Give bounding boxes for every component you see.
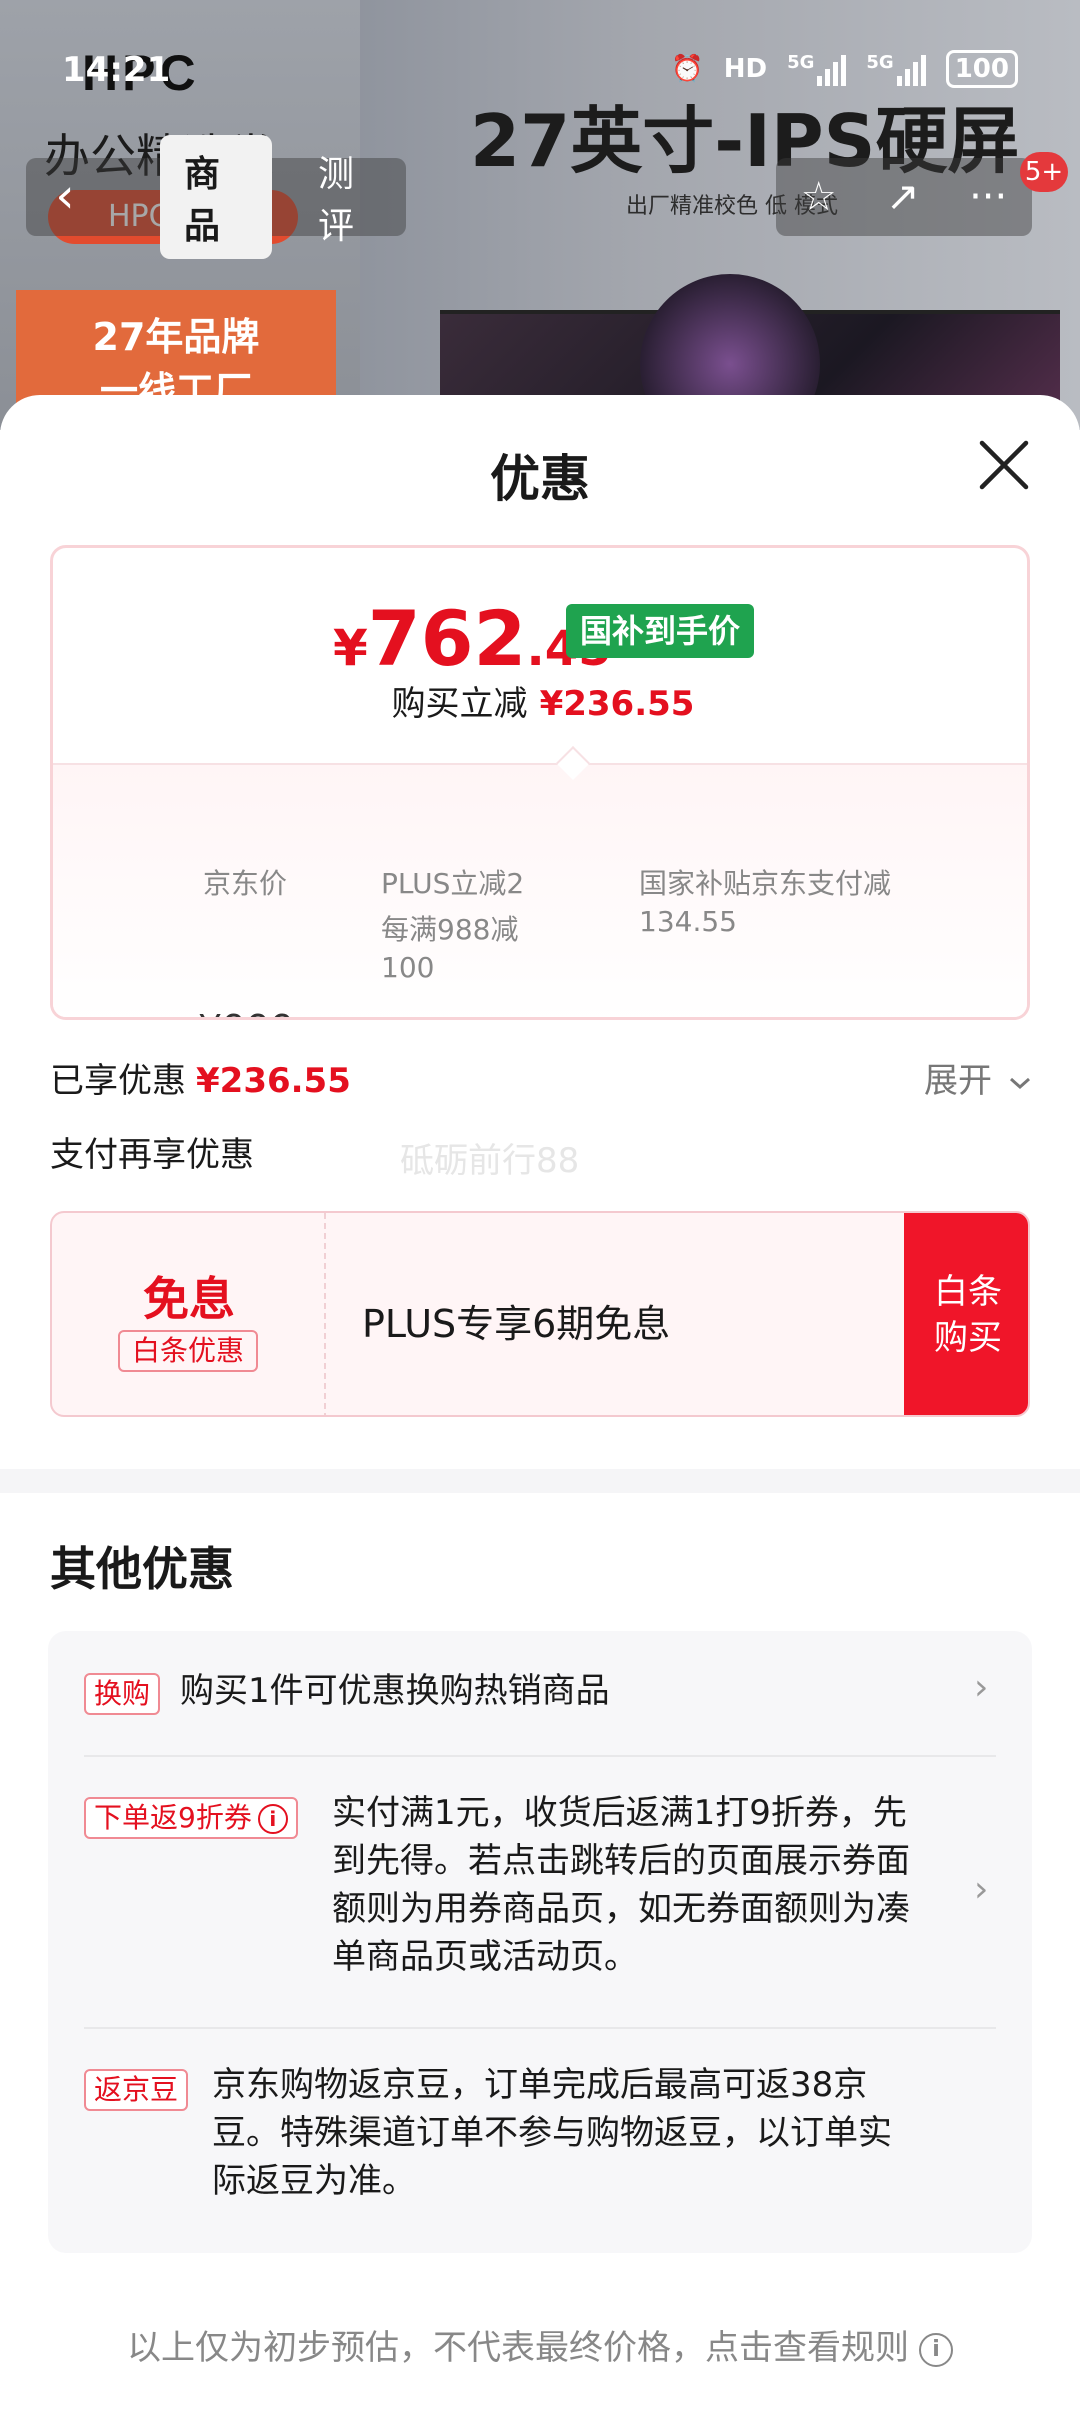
baitiao-left: 免息 白条优惠 — [52, 1213, 326, 1415]
enjoyed-amount: ¥236.55 — [196, 1061, 351, 1101]
net-label-1: 5G — [787, 52, 815, 73]
info-icon[interactable]: i — [257, 1804, 288, 1834]
coupon-text-line: 到先得。若点击跳转后的页面展示券面 — [332, 1841, 910, 1881]
coupon-text-line: 单商品页或活动页。 — [332, 1937, 638, 1977]
reduce-amount: ¥236.55 — [539, 684, 695, 724]
message-badge: 5+ — [1020, 152, 1068, 192]
expand-label: 展开 — [924, 1061, 992, 1101]
purchase-reduction: 购买立减 ¥236.55 — [53, 676, 1027, 725]
promo-amount: 促销 ¥102 — [383, 1007, 568, 1017]
offer-row-jingdou: 返京豆 京东购物返京豆，订单完成后最高可返38京 豆。特殊渠道订单不参与购物返豆… — [84, 2029, 996, 2253]
jingdou-text-line: 豆。特殊渠道订单不参与购物返豆，以订单实 — [212, 2113, 892, 2153]
price-breakdown-card: ¥762.45 国补到手价 购买立减¥236.55 = ¥999 − 促销 ¥1… — [50, 545, 1030, 1020]
tab-review[interactable]: 测评 — [294, 135, 406, 259]
favorite-star-icon[interactable]: ☆ — [801, 174, 837, 220]
battery-icon: 100 — [945, 50, 1018, 88]
other-offers-card: 换购 购买1件可优惠换购热销商品 › 下单返9折券 i 实付满1元，收货后返满1打… — [48, 1631, 1032, 2253]
jingdou-text-line: 际返豆为准。 — [212, 2161, 416, 2201]
signal-icon: 5G — [787, 52, 847, 86]
chevron-right-icon: › — [974, 1667, 989, 1708]
offer-row-exchange[interactable]: 换购 购买1件可优惠换购热销商品 › — [84, 1631, 996, 1757]
enjoyed-label: 已享优惠 — [50, 1061, 186, 1101]
section-divider — [0, 1469, 1080, 1493]
coupon-text: 实付满1元，收货后返满1打9折券，先 到先得。若点击跳转后的页面展示券面 额则为… — [332, 1789, 910, 1981]
discount-sheet: 优惠 ¥762.45 国补到手价 购买立减¥236.55 = ¥999 − 促销… — [0, 395, 1080, 2412]
net-label-2: 5G — [866, 52, 894, 73]
more-icon[interactable]: ··· — [969, 174, 1007, 220]
pay-desc-1: 国家补贴京东支付减 — [639, 867, 892, 900]
baitiao-buy-line1: 白条 — [934, 1272, 1002, 1312]
interest-free-label: 免息 — [143, 1272, 235, 1326]
subsidy-price-tag: 国补到手价 — [566, 604, 754, 658]
chevron-right-icon: › — [974, 1869, 989, 1910]
offer-row-coupon[interactable]: 下单返9折券 i 实付满1元，收货后返满1打9折券，先 到先得。若点击跳转后的页面… — [84, 1757, 996, 2029]
signal-icon-2: 5G — [866, 52, 926, 86]
other-offers-title: 其他优惠 — [50, 1542, 234, 1596]
expand-button[interactable]: 展开 — [924, 1053, 1033, 1102]
price-formula: = ¥999 − 促销 ¥102 − 支付优惠 ¥134.55 — [53, 1007, 1027, 1017]
minus-sign-1: − — [326, 1007, 358, 1017]
equals-sign: = — [143, 1007, 175, 1017]
info-icon: i — [919, 2332, 953, 2367]
status-bar: 14:21 ⏰ HD 5G 5G 100 — [0, 40, 1080, 100]
rules-note[interactable]: 以上仅为初步预估，不代表最终价格，点击查看规则 i — [0, 2320, 1080, 2369]
nav-actions: ☆ ↗ ··· — [776, 158, 1032, 236]
minus-sign-2: − — [581, 1007, 613, 1017]
baitiao-desc: PLUS专享6期免息 — [362, 1302, 671, 1346]
price-currency: ¥ — [333, 619, 368, 677]
pay-desc-2: 134.55 — [639, 905, 737, 938]
coupon-text-line: 额则为用券商品页，如无券面额则为凑 — [332, 1889, 910, 1929]
price-formula-area: = ¥999 − 促销 ¥102 − 支付优惠 ¥134.55 京东价 PLUS… — [53, 763, 1027, 1017]
promo-desc-1: PLUS立减2 — [381, 867, 525, 900]
pay-discount: 支付优惠 ¥134.55 — [639, 1007, 960, 1017]
back-button[interactable]: ‹ — [26, 158, 104, 236]
coupon-tag: 下单返9折券 i — [84, 1797, 298, 1839]
baitiao-buy-button[interactable]: 白条 购买 — [904, 1213, 1028, 1415]
baitiao-buy-line2: 购买 — [934, 1318, 1002, 1358]
chevron-down-icon — [1009, 1077, 1030, 1089]
exchange-tag: 换购 — [84, 1673, 161, 1715]
tab-product[interactable]: 商品 — [160, 135, 272, 259]
jingdou-text: 京东购物返京豆，订单完成后最高可返38京 豆。特殊渠道订单不参与购物返豆，以订单… — [212, 2061, 892, 2205]
base-price: ¥999 — [198, 1007, 295, 1017]
jingdou-tag: 返京豆 — [84, 2069, 189, 2111]
status-time: 14:21 — [62, 50, 171, 90]
sheet-title: 优惠 — [490, 450, 590, 508]
baitiao-discount-tag: 白条优惠 — [118, 1330, 258, 1372]
bg-orange-line1: 27年品牌 — [92, 315, 260, 359]
base-price-desc: 京东价 — [203, 867, 288, 900]
hd-icon: HD — [723, 54, 768, 84]
status-icons: ⏰ HD 5G 5G 100 — [671, 50, 1018, 88]
chevron-left-icon: ‹ — [55, 168, 75, 224]
exchange-text: 购买1件可优惠换购热销商品 — [180, 1671, 610, 1711]
coupon-tag-label: 下单返9折券 — [94, 1801, 252, 1834]
alarm-icon: ⏰ — [671, 54, 704, 84]
close-icon[interactable] — [978, 439, 1030, 491]
jingdou-text-line: 京东购物返京豆，订单完成后最高可返38京 — [212, 2065, 868, 2105]
promo-desc-3: 100 — [381, 951, 435, 984]
baitiao-offer-card[interactable]: 免息 白条优惠 PLUS专享6期免息 白条 购买 — [50, 1211, 1030, 1417]
pay-more-title: 支付再享优惠 — [50, 1135, 254, 1175]
watermark: 砥砺前行88 — [400, 1141, 580, 1181]
promo-desc-2: 每满988减 — [381, 913, 519, 946]
rules-note-text: 以上仅为初步预估，不代表最终价格，点击查看规则 — [127, 2328, 909, 2368]
share-icon[interactable]: ↗ — [886, 174, 920, 220]
product-tabs: 商品 测评 — [104, 135, 406, 259]
reduce-label: 购买立减 — [391, 684, 528, 724]
coupon-text-line: 实付满1元，收货后返满1打9折券，先 — [332, 1793, 907, 1833]
enjoyed-discount: 已享优惠 ¥236.55 — [50, 1053, 351, 1102]
price-integer: 762 — [367, 594, 527, 683]
